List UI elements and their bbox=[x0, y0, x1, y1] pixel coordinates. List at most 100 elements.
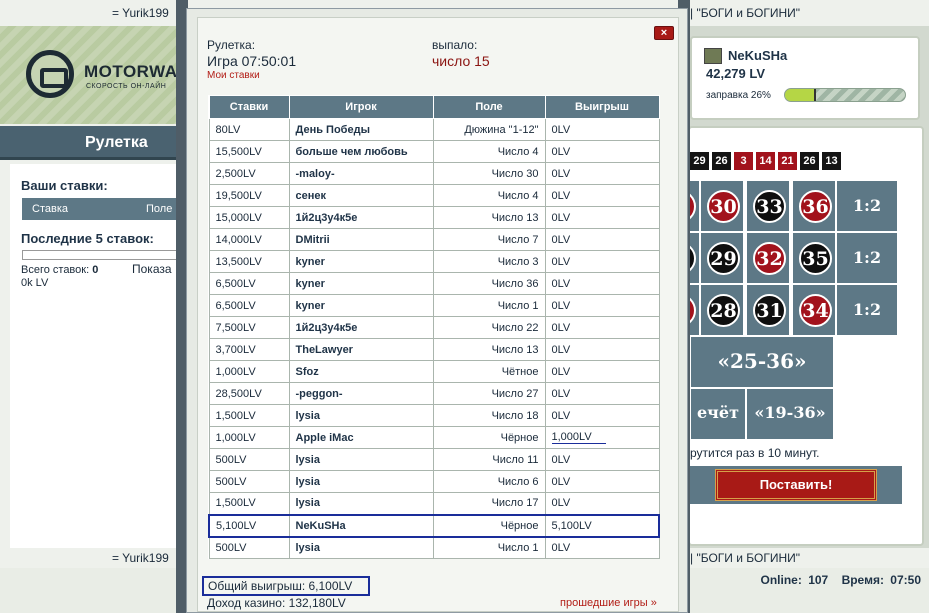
table-row: 80LV День Победы Дюжина "1-12" 0LV bbox=[208, 118, 660, 141]
online-value: 107 bbox=[808, 573, 829, 587]
cell-field: Чёрное bbox=[432, 426, 546, 449]
range-19-36[interactable]: «19-36» bbox=[746, 388, 834, 440]
column-ratio-3[interactable]: 1:2 bbox=[836, 284, 898, 336]
cell-stake: 13,500LV bbox=[208, 250, 290, 273]
cell-player[interactable]: -peggon- bbox=[288, 382, 434, 405]
cell-field: Число 3 bbox=[432, 250, 546, 273]
bottom-bar-user[interactable]: = Yurik199 bbox=[112, 551, 169, 565]
number-cell[interactable]: 33 bbox=[746, 180, 790, 232]
cell-win: 5,100LV bbox=[544, 513, 660, 538]
roulette-header: Рулетка bbox=[0, 126, 190, 160]
recent-number: 26 bbox=[800, 152, 819, 170]
user-name[interactable]: NeKuSHa bbox=[728, 48, 787, 63]
col-stakes: Ставки bbox=[208, 95, 290, 119]
time-value: 07:50 bbox=[890, 573, 921, 587]
number-cell[interactable]: 34 bbox=[792, 284, 836, 336]
number-disc: 36 bbox=[799, 190, 832, 223]
cell-stake: 19,500LV bbox=[208, 184, 290, 207]
cell-player[interactable]: 1й2ц3у4к5е bbox=[288, 206, 434, 229]
cell-stake: 1,000LV bbox=[208, 360, 290, 383]
cell-stake: 500LV bbox=[208, 470, 290, 493]
number-cell[interactable]: 32 bbox=[746, 232, 790, 284]
right-pane: NeKuSHa 42,279 LV заправка 26% 29 26 3 14 21… bbox=[688, 26, 929, 548]
cell-win: 0LV bbox=[544, 448, 660, 471]
my-bets-link[interactable]: Мои ставки bbox=[207, 70, 260, 81]
cell-stake: 1,500LV bbox=[208, 492, 290, 515]
cell-stake: 15,500LV bbox=[208, 140, 290, 163]
table-row: 500LV lysia Число 11 0LV bbox=[208, 448, 660, 471]
cell-win: 0LV bbox=[544, 492, 660, 515]
past-games-link[interactable]: прошедшие игры » bbox=[560, 597, 657, 609]
cell-field: Число 1 bbox=[432, 294, 546, 317]
cell-player[interactable]: lysia bbox=[288, 470, 434, 493]
game-time: Игра 07:50:01 bbox=[207, 53, 297, 69]
cell-player[interactable]: NeKuSHa bbox=[288, 513, 434, 538]
cell-player[interactable]: DMitrii bbox=[288, 228, 434, 251]
cell-player[interactable]: lysia bbox=[288, 448, 434, 471]
avatar[interactable] bbox=[704, 48, 722, 64]
cell-win: 0LV bbox=[544, 206, 660, 229]
number-cell[interactable]: 30 bbox=[700, 180, 744, 232]
cell-player[interactable]: больше чем любовь bbox=[288, 140, 434, 163]
cell-field: Число 6 bbox=[432, 470, 546, 493]
your-bets-header: Ставка Поле bbox=[22, 198, 192, 220]
show-link[interactable]: Показа bbox=[132, 262, 172, 276]
recent-number: 13 bbox=[822, 152, 841, 170]
cell-stake: 500LV bbox=[208, 448, 290, 471]
footer-status: Online: 107 Время: 07:50 bbox=[755, 573, 922, 587]
cell-player[interactable]: TheLawyer bbox=[288, 338, 434, 361]
cell-player[interactable]: kyner bbox=[288, 294, 434, 317]
cell-player[interactable]: lysia bbox=[288, 404, 434, 427]
table-row: 500LV lysia Число 6 0LV bbox=[208, 470, 660, 493]
cell-player[interactable]: Apple iMac bbox=[288, 426, 434, 449]
last5-list bbox=[22, 250, 190, 260]
number-disc: 35 bbox=[799, 242, 832, 275]
cell-stake: 500LV bbox=[208, 536, 290, 559]
cell-player[interactable]: kyner bbox=[288, 250, 434, 273]
number-cell[interactable]: 35 bbox=[792, 232, 836, 284]
place-bet-button[interactable]: Поставить! bbox=[715, 469, 877, 501]
odd-cell[interactable]: ечёт bbox=[690, 388, 746, 440]
col-player: Игрок bbox=[288, 95, 434, 119]
cell-player[interactable]: lysia bbox=[288, 492, 434, 515]
cell-stake: 5,100LV bbox=[208, 513, 290, 538]
cell-field: Число 1 bbox=[432, 536, 546, 559]
cell-player[interactable]: Sfoz bbox=[288, 360, 434, 383]
cell-player[interactable]: День Победы bbox=[288, 118, 434, 141]
top-bar-user[interactable]: = Yurik199 bbox=[112, 6, 169, 20]
roulette-label: Рулетка: bbox=[207, 38, 256, 52]
roulette-title: Рулетка bbox=[85, 134, 148, 151]
user-balance: 42,279 LV bbox=[706, 66, 766, 81]
cell-field: Число 30 bbox=[432, 162, 546, 185]
cell-player[interactable]: lysia bbox=[288, 536, 434, 559]
cell-field: Число 27 bbox=[432, 382, 546, 405]
number-cell[interactable]: 36 bbox=[792, 180, 836, 232]
column-ratio-1[interactable]: 1:2 bbox=[836, 180, 898, 232]
time-label: Время: bbox=[841, 573, 884, 587]
dozen-25-36[interactable]: «25-36» bbox=[690, 336, 834, 388]
table-row: 1,000LV Apple iMac Чёрное 1,000LV bbox=[208, 426, 660, 449]
logo-band: MOTORWAR СКОРОСТЬ ОН-ЛАЙН bbox=[0, 26, 190, 124]
logo-subtitle: СКОРОСТЬ ОН-ЛАЙН bbox=[86, 83, 167, 90]
number-cell[interactable]: 29 bbox=[700, 232, 744, 284]
cell-player[interactable]: -maloy- bbox=[288, 162, 434, 185]
cell-player[interactable]: сенек bbox=[288, 184, 434, 207]
number-cell[interactable]: 28 bbox=[700, 284, 744, 336]
number-disc: 32 bbox=[753, 242, 786, 275]
table-row: 13,500LV kyner Число 3 0LV bbox=[208, 250, 660, 273]
total-bets: Всего ставок: 0 bbox=[21, 264, 99, 276]
cell-field: Число 7 bbox=[432, 228, 546, 251]
table-row: 15,500LV больше чем любовь Число 4 0LV bbox=[208, 140, 660, 163]
bottom-bar-team[interactable]: | "БОГИ и БОГИНИ" bbox=[690, 551, 800, 565]
cell-win: 0LV bbox=[544, 140, 660, 163]
cell-player[interactable]: 1й2ц3у4к5е bbox=[288, 316, 434, 339]
column-ratio-2[interactable]: 1:2 bbox=[836, 232, 898, 284]
cell-win: 0LV bbox=[544, 162, 660, 185]
table-row: 1,500LV lysia Число 17 0LV bbox=[208, 492, 660, 515]
cell-player[interactable]: kyner bbox=[288, 272, 434, 295]
number-cell[interactable]: 31 bbox=[746, 284, 790, 336]
top-bar-team[interactable]: | "БОГИ и БОГИНИ" bbox=[690, 6, 800, 20]
close-icon[interactable]: × bbox=[654, 26, 674, 40]
total-sum: 0k LV bbox=[21, 277, 49, 289]
number-disc: 29 bbox=[707, 242, 740, 275]
